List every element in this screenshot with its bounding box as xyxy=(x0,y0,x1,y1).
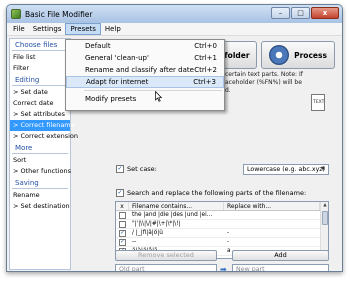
maximize-button[interactable]: □ xyxy=(291,7,310,19)
folder-button-label: folder xyxy=(224,50,250,60)
preset-default-label: Default xyxy=(85,42,111,50)
sidebar-item-file-list[interactable]: File list xyxy=(10,52,70,63)
row-replace: - xyxy=(227,239,230,245)
process-button-label: Process xyxy=(294,50,327,60)
preset-general-label: General 'clean-up' xyxy=(85,54,149,62)
set-case-label: Set case: xyxy=(127,165,157,173)
text-document-icon: TEXT xyxy=(311,94,325,111)
modify-presets[interactable]: Modify presets xyxy=(66,93,224,105)
section-saving: Saving xyxy=(12,177,68,189)
sidebar-item-sort[interactable]: Sort xyxy=(10,155,70,166)
set-case-select[interactable]: Lowercase (e.g. abc.xyz) ▼ xyxy=(243,164,329,175)
sidebar-item-correct-date[interactable]: Correct date xyxy=(10,98,70,109)
gear-icon xyxy=(269,45,290,65)
row-checkbox[interactable]: ✓ xyxy=(119,238,126,246)
menu-presets[interactable]: Presets xyxy=(65,23,101,35)
section-choose-files: Choose files xyxy=(12,39,68,51)
presets-dropdown-menu: Default Ctrl+0 General 'clean-up' Ctrl+1 R… xyxy=(65,39,225,111)
row-checkbox[interactable] xyxy=(119,220,126,228)
preset-rename-label: Rename and classify after date xyxy=(85,66,194,74)
preset-rename-shortcut: Ctrl+2 xyxy=(194,66,217,74)
preset-adapt-for-internet[interactable]: Adapt for internet Ctrl+3 xyxy=(66,76,224,88)
menu-settings[interactable]: Settings xyxy=(29,23,66,35)
header-contains[interactable]: Filename contains... xyxy=(129,202,224,210)
table-row[interactable]: the |and |die |des |und |ei... xyxy=(116,211,328,220)
scroll-thumb[interactable] xyxy=(322,211,328,225)
header-x[interactable]: x xyxy=(116,202,129,210)
row-checkbox[interactable] xyxy=(119,211,126,219)
chevron-down-icon: ▼ xyxy=(321,166,325,172)
table-header: x Filename contains... Replace with... xyxy=(116,202,328,211)
preset-adapt-shortcut: Ctrl+3 xyxy=(193,78,216,86)
process-button[interactable]: Process xyxy=(261,41,335,69)
row-replace: - xyxy=(227,230,230,236)
window-title: Basic File Modifier xyxy=(25,9,93,19)
set-case-checkbox[interactable]: ✓ xyxy=(116,165,124,173)
scroll-up-icon[interactable]: ▲ xyxy=(321,202,328,209)
preset-general-clean-up[interactable]: General 'clean-up' Ctrl+1 xyxy=(66,52,224,64)
menu-help[interactable]: Help xyxy=(101,23,125,35)
search-replace-checkbox[interactable]: ✓ xyxy=(116,189,124,197)
minimize-button[interactable]: – xyxy=(271,7,290,19)
sidebar-item-set-attributes[interactable]: > Set attributes xyxy=(10,109,70,120)
row-replace xyxy=(224,220,320,228)
menu-file[interactable]: File xyxy=(9,23,29,35)
header-replace[interactable]: Replace with... xyxy=(224,202,320,210)
section-more: More xyxy=(12,142,68,154)
search-replace-row: ✓ Search and replace the following parts… xyxy=(116,189,306,197)
row-contains: -- xyxy=(132,239,137,245)
table-row[interactable]: ✓ -- - xyxy=(116,238,328,247)
set-case-value: Lowercase (e.g. abc.xyz) xyxy=(247,166,326,173)
app-icon xyxy=(11,9,21,19)
app-window: Basic File Modifier – □ x File Settings … xyxy=(6,4,343,272)
menu-separator xyxy=(84,90,222,91)
add-button[interactable]: Add xyxy=(232,250,329,261)
new-part-input[interactable]: New part xyxy=(232,264,329,271)
description-line-1: certain text parts. Note: If xyxy=(225,71,303,78)
preset-general-shortcut: Ctrl+1 xyxy=(194,54,217,62)
text-document-label: TEXT xyxy=(313,100,325,105)
description-text: certain text parts. Note: If aceholder (… xyxy=(225,71,335,95)
sidebar-item-rename[interactable]: Rename xyxy=(10,190,70,201)
mouse-cursor-icon xyxy=(155,91,162,102)
remove-selected-button[interactable]: Remove selected xyxy=(115,250,217,261)
sidebar-item-set-date[interactable]: > Set date xyxy=(10,87,70,98)
old-part-input[interactable]: Old part xyxy=(115,264,217,271)
preset-default-shortcut: Ctrl+0 xyxy=(194,42,217,50)
close-button[interactable]: x xyxy=(311,7,339,19)
sidebar-item-set-destination[interactable]: > Set destination xyxy=(10,201,70,212)
sidebar-item-other-functions[interactable]: > Other functions xyxy=(10,166,71,177)
table-row[interactable]: ✓ / |_|fi|ä|ö|ü - xyxy=(116,229,328,238)
row-contains: the |and |die |des |und |ei... xyxy=(132,212,213,218)
preset-default[interactable]: Default Ctrl+0 xyxy=(66,40,224,52)
menu-bar: File Settings Presets Help xyxy=(7,23,342,36)
section-editing: Editing xyxy=(12,74,68,86)
sidebar-item-correct-extension[interactable]: > Correct extension xyxy=(10,131,78,142)
window-controls: – □ x xyxy=(271,7,339,19)
modify-presets-label: Modify presets xyxy=(85,95,137,103)
sidebar-item-filter[interactable]: Filter xyxy=(10,63,70,74)
sidebar: Choose files File list Filter Editing > … xyxy=(9,38,78,270)
table-row[interactable]: "|'|\\|\/|#|\+|\*|\!| xyxy=(116,220,328,229)
sidebar-item-correct-filename[interactable]: > Correct filename xyxy=(10,120,75,131)
preset-rename-classify[interactable]: Rename and classify after date Ctrl+2 xyxy=(66,64,224,76)
row-contains: "|'|\\|\/|#|\+|\*|\!| xyxy=(132,221,181,227)
row-contains: / |_|fi|ä|ö|ü xyxy=(132,230,163,236)
set-case-row: ✓ Set case: xyxy=(116,165,157,173)
preset-adapt-label: Adapt for internet xyxy=(86,78,149,86)
arrow-right-icon: ➡ xyxy=(220,265,227,272)
row-checkbox[interactable]: ✓ xyxy=(119,229,126,237)
description-line-2: aceholder (%FN%) will be xyxy=(225,79,302,86)
search-replace-label: Search and replace the following parts o… xyxy=(127,189,307,197)
row-replace xyxy=(224,211,320,219)
title-bar: Basic File Modifier – □ x xyxy=(7,5,342,23)
